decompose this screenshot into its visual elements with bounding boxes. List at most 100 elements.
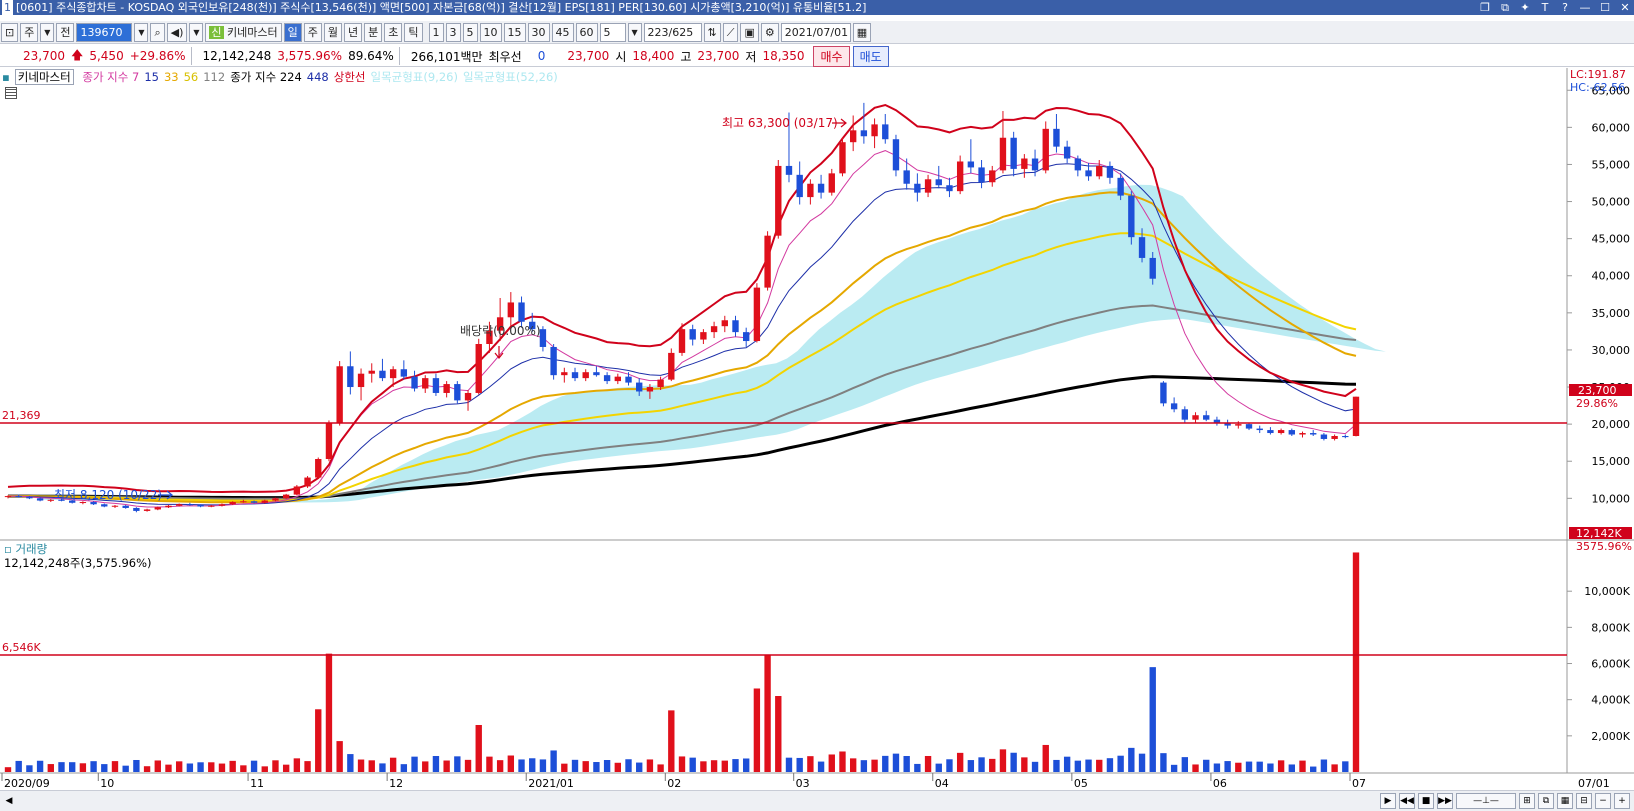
- candle-body: [956, 161, 964, 192]
- help-icon[interactable]: ?: [1558, 0, 1572, 15]
- volume-bar: [764, 654, 771, 772]
- indicator-name[interactable]: 신 키네마스터: [205, 22, 282, 42]
- interval-60[interactable]: 60: [575, 22, 598, 42]
- layout-icon[interactable]: ⊞: [1519, 793, 1535, 809]
- timeframe-year[interactable]: 년: [344, 22, 363, 42]
- candle-body: [539, 329, 547, 347]
- text-icon[interactable]: T: [1538, 0, 1552, 15]
- volume-bar: [486, 756, 493, 772]
- restore-icon[interactable]: ⊟: [1576, 793, 1592, 809]
- compare-icon[interactable]: ⇅: [703, 22, 721, 42]
- volume-bar: [218, 763, 226, 772]
- volume-bar: [828, 754, 835, 772]
- rewind-icon[interactable]: ◀◀: [1399, 793, 1415, 809]
- volume-bar: [1235, 762, 1242, 772]
- interval-5[interactable]: 5: [462, 22, 478, 42]
- volume-bar: [111, 761, 119, 772]
- candle-body: [807, 183, 814, 198]
- price-tick-label: 35,000: [1592, 307, 1631, 320]
- ichimoku-cloud: [38, 184, 1386, 503]
- interval-3[interactable]: 3: [445, 22, 461, 42]
- candle-body: [678, 329, 686, 353]
- volume-bar: [593, 762, 600, 772]
- candle-body: [689, 329, 696, 340]
- bottom-scrollbar[interactable]: ◀ ▶ ◀◀ ■ ▶▶ —⊥— ⊞ ⧉ ▦ ⊟ − +: [0, 790, 1634, 811]
- restore-icon[interactable]: ❐: [1478, 0, 1492, 15]
- copy-icon[interactable]: ⧉: [1538, 793, 1554, 809]
- interval-30[interactable]: 30: [527, 22, 550, 42]
- volume-ratio: 3,575.96%: [277, 49, 343, 63]
- timeframe-week[interactable]: 주: [303, 22, 322, 42]
- fast-forward-icon[interactable]: ▶▶: [1437, 793, 1453, 809]
- candle-body: [1310, 433, 1317, 435]
- volume-bar: [978, 757, 985, 772]
- volume-bar: [603, 760, 611, 772]
- volume-bar: [1310, 766, 1317, 772]
- chevron-down-icon[interactable]: ▼: [189, 22, 204, 42]
- date-input[interactable]: 2021/07/01: [780, 22, 851, 42]
- candle-body: [646, 387, 654, 392]
- volume-bar: [1085, 759, 1092, 772]
- interval-45[interactable]: 45: [551, 22, 574, 42]
- interval-10[interactable]: 10: [479, 22, 502, 42]
- calendar-icon[interactable]: ▦: [852, 22, 872, 42]
- date-labels: 2020/09 10 11 12 2021/01 02 03 04 05 06 07: [1, 773, 1366, 790]
- candle-body: [668, 352, 675, 380]
- volume-bar: [871, 759, 878, 772]
- chevron-down-icon[interactable]: ▼: [134, 22, 149, 42]
- buy-button[interactable]: 매수: [813, 45, 850, 67]
- period-select[interactable]: 주: [20, 22, 39, 42]
- scroll-left-icon[interactable]: ◀: [2, 793, 16, 809]
- chevron-down-icon[interactable]: ▼: [627, 22, 642, 42]
- volume-bar: [47, 764, 54, 772]
- zoom-slider[interactable]: —⊥—: [1456, 793, 1516, 809]
- timeframe-minute[interactable]: 분: [364, 22, 383, 42]
- candle-body: [978, 167, 985, 183]
- range-display[interactable]: 223/625: [643, 22, 702, 42]
- settings-gear-icon[interactable]: ⚙: [760, 22, 779, 42]
- timeframe-month[interactable]: 월: [323, 22, 343, 42]
- chevron-down-icon[interactable]: ▼: [40, 22, 55, 42]
- volume-bar: [689, 757, 696, 772]
- candle-body: [208, 505, 215, 507]
- close-icon[interactable]: ✕: [1618, 0, 1632, 15]
- tile-icon[interactable]: ⧉: [1498, 0, 1512, 15]
- sound-icon[interactable]: ◀): [166, 22, 188, 42]
- scroll-right-icon[interactable]: ▶: [1380, 793, 1396, 809]
- mode-button[interactable]: 전: [56, 22, 75, 42]
- maximize-icon[interactable]: ☐: [1598, 0, 1612, 15]
- grid-icon[interactable]: ▦: [1557, 793, 1573, 809]
- volume-bar: [1031, 761, 1039, 772]
- interval-1[interactable]: 1: [428, 22, 444, 42]
- timeframe-day[interactable]: 일: [283, 22, 302, 42]
- interval-15[interactable]: 15: [503, 22, 526, 42]
- volume-current-tag-text: 12,142K: [1576, 527, 1622, 540]
- zoom-out-icon[interactable]: −: [1595, 793, 1611, 809]
- volume-bar: [1288, 764, 1295, 772]
- date-label: 04: [935, 777, 949, 790]
- price-chart[interactable]: 65,00060,00055,00050,00045,00040,00035,0…: [0, 68, 1634, 790]
- stop-icon[interactable]: ■: [1418, 793, 1434, 809]
- volume-panel-value: 12,142,248주(3,575.96%): [4, 556, 152, 570]
- volume-bar: [1128, 747, 1135, 772]
- minimize-icon[interactable]: —: [1578, 0, 1592, 15]
- search-icon[interactable]: ⌕: [150, 22, 165, 42]
- volume-bar: [839, 751, 846, 772]
- draw-icon[interactable]: ⟋: [722, 22, 739, 42]
- zoom-in-icon[interactable]: +: [1614, 793, 1630, 809]
- volume-bar: [368, 760, 375, 772]
- candle-body: [1053, 128, 1060, 147]
- candle-body: [368, 370, 375, 374]
- date-label: 12: [389, 777, 403, 790]
- volume-bar: [1277, 760, 1285, 772]
- count-input[interactable]: 5: [599, 22, 626, 42]
- save-icon[interactable]: ▣: [740, 22, 759, 42]
- timeframe-tick[interactable]: 틱: [404, 22, 423, 42]
- volume-bar: [1042, 744, 1049, 772]
- pin-icon[interactable]: ✦: [1518, 0, 1532, 15]
- volume-bar: [1192, 764, 1199, 772]
- sell-button[interactable]: 매도: [852, 45, 889, 67]
- layout-icon[interactable]: ⊡: [1, 22, 19, 42]
- stock-code-input[interactable]: 139670: [76, 22, 133, 42]
- timeframe-second[interactable]: 초: [384, 22, 403, 42]
